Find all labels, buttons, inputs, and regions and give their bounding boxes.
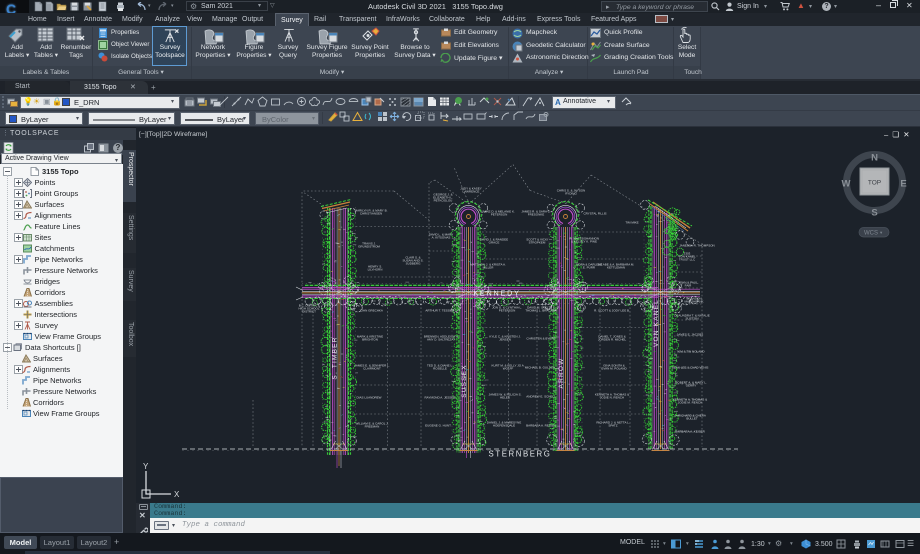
- svg-text:KENNEDY: KENNEDY: [473, 289, 520, 298]
- svg-text:VON KANEL: VON KANEL: [653, 299, 660, 347]
- svg-text:TOP: TOP: [868, 180, 881, 187]
- svg-text:S. TIMBER: S. TIMBER: [332, 336, 339, 379]
- svg-text:W. MATTS/SHANNON& KELSEY K. PI: W. MATTS/SHANNON & KELSEY K. PINE: [569, 236, 599, 243]
- svg-text:DANIEL T. JONES &JORDEN R. MIC: DANIEL T. JONES & JORDEN R. MICHEL: [598, 334, 627, 341]
- svg-text:ARTHUR T. TESSIER: ARTHUR T. TESSIER: [425, 308, 455, 312]
- svg-text:WCS: WCS: [864, 231, 878, 237]
- svg-text:CHRISTEN & BYERS: CHRISTEN & BYERS: [526, 336, 555, 340]
- svg-text:BRANDONMARSHBANK: BRANDON MARSHBANK: [684, 296, 703, 303]
- svg-text:BARBARA A. KEISER: BARBARA A. KEISER: [675, 429, 705, 433]
- svg-text:DAVID L. & MARYA. KITSONAS: DAVID L. & MARY A. KITSONAS: [429, 232, 454, 239]
- svg-text:HENRY S.LILYHORN: HENRY S. LILYHORN: [368, 264, 383, 271]
- svg-text:GEORGE J. &ELIZABETH L.PETKOGL: GEORGE J. & ELIZABETH L. PETKOGLOU: [433, 192, 453, 202]
- svg-text:SEAN-LEE & CHAD VENIS: SEAN-LEE & CHAD VENIS: [672, 365, 709, 369]
- svg-text:X: X: [174, 490, 180, 499]
- svg-text:KENNETH A. THOMAS &JODIE N. RE: KENNETH A. THOMAS & JODIE N. RENCH: [595, 392, 629, 399]
- svg-text:RAYMOND A. JESSEE: RAYMOND A. JESSEE: [425, 395, 456, 399]
- svg-text:[−][Top][2D Wireframe]: [−][Top][2D Wireframe]: [139, 131, 207, 138]
- svg-text:TIM MIKE: TIM MIKE: [625, 220, 638, 224]
- svg-text:BARBARA A. REISEN: BARBARA A. REISEN: [526, 423, 556, 427]
- svg-text:W: W: [842, 179, 851, 190]
- svg-text:SCOTT & VICKISTROPKEM: SCOTT & VICKI STROPKEM: [526, 237, 548, 244]
- svg-text:KENNETH A. THOMAS &JODIE M. RE: KENNETH A. THOMAS & JODIE M. RENCH: [673, 397, 707, 404]
- svg-text:SUSSEX: SUSSEX: [461, 364, 468, 398]
- svg-text:MICHAEL B. GULDEN: MICHAEL B. GULDEN: [525, 365, 555, 369]
- svg-text:DAVID M. STELTZ &THOMAS L. BRA: DAVID M. STELTZ & THOMAS L. BRACKER: [525, 305, 557, 312]
- svg-text:DIAS LUANDREW: DIAS LUANDREW: [356, 395, 381, 399]
- svg-text:– ❏ ✕: – ❏ ✕: [884, 130, 910, 139]
- svg-text:JUDY & KASEYLAWRENCE: JUDY & KASEY LAWRENCE: [460, 186, 481, 193]
- svg-text:JAMES E. JACOBS: JAMES E. JACOBS: [677, 332, 704, 336]
- svg-text:BRENNEN, ADDLEIGH &AMY D. SALT: BRENNEN, ADDLEIGH & AMY D. SALTREZAT: [424, 334, 458, 341]
- svg-text:ARROW: ARROW: [558, 358, 565, 389]
- svg-text:E: E: [900, 179, 906, 190]
- svg-text:ANDREW E. SCHELL: ANDREW E. SCHELL: [526, 394, 556, 398]
- svg-text:EUGENE G. HUNT: EUGENE G. HUNT: [425, 423, 451, 427]
- svg-text:R. SCOTT & JODY LEE B.: R. SCOTT & JODY LEE B.: [594, 308, 630, 312]
- svg-text:CRYSTAL FILLIS: CRYSTAL FILLIS: [583, 211, 606, 215]
- svg-text:KIM & TIN NOLAND: KIM & TIN NOLAND: [677, 349, 705, 353]
- svg-text:STERNBERG: STERNBERG: [489, 450, 552, 459]
- svg-text:JOHN GRECHKA: JOHN GRECHKA: [359, 308, 383, 312]
- svg-text:N: N: [871, 153, 878, 164]
- svg-text:JANESSA R. THOMPSON: JANESSA R. THOMPSON: [679, 243, 714, 247]
- svg-text:GINA SONITA &EVAN M. POLAND: GINA SONITA & EVAN M. POLAND: [601, 363, 627, 370]
- svg-text:Y: Y: [143, 462, 149, 471]
- svg-text:S: S: [871, 208, 877, 219]
